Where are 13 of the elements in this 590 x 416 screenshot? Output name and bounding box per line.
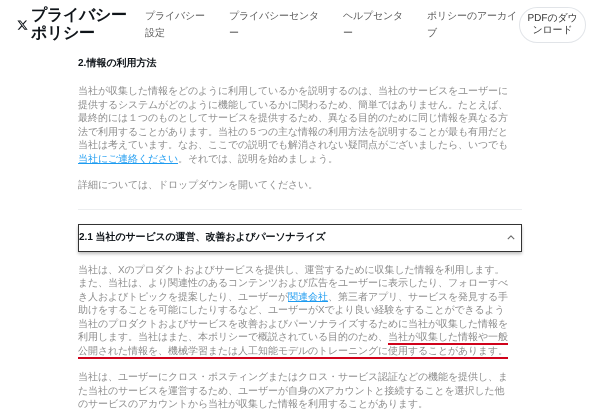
section-heading: 2.情報の利用方法 [78, 56, 158, 71]
nav-link[interactable]: ヘルプセンター [342, 8, 405, 42]
accordion-title: 2.1 当社のサービスの運営、改善およびパーソナライズ [79, 230, 326, 245]
nav-link[interactable]: プライバシー設定 [144, 8, 207, 42]
paragraph: 当社が収集した情報をどのように利用しているかを説明するのは、当社のサービスをユーザーに提供するシステムがどのように機能しているかに関わるため、簡単ではありません。たとえば、最終的には１つのものとしてサービスを提供するため、異なる目的のために同じ情報を異なる方法で利用することがあります。当社の５つの主な情報の利用方法を説明することが最も有用だと当社は考えています。なお、ここでの説明でも解消されない疑問点がございましたら、いつでも 当社にご連絡ください。それでは、説明を始めましょう。 [78, 85, 508, 166]
accordion-header[interactable]: 2.1 当社のサービスの運営、改善およびパーソナライズ [78, 224, 522, 252]
nav-link[interactable]: ポリシーのアーカイブ [426, 8, 519, 42]
paragraph: 当社は、Xのプロダクトおよびサービスを提供し、運営するために収集した情報を利用します。また、当社は、より関連性のあるコンテンツおよび広告をユーザーに表示したり、フォローすべき人およびトピックを提案したり、ユーザーが関連会社、第三者アプリ、サービスを発見する手助けをすることを可能にしたりするなど、ユーザーがXでより良い経験をすることができるよう当社のプロダクトおよびサービスを改善およびパーソナライズするために当社が収集した情報を利用します。当社はまた、本ポリシーで概説されている目的のため、当社が収集した情報や一般公開された情報を、機械学習または人工知能モデルのトレーニングに使用することがあります。 [78, 264, 508, 358]
paragraph: 詳細については、ドロップダウンを開いてください。 [78, 179, 319, 192]
nav-link[interactable]: プライバシーセンター [228, 8, 321, 42]
page-title: プライバシーポリシー [31, 7, 128, 43]
paragraph: 当社は、ユーザーにクロス・ポスティングまたはクロス・サービス認証などの機能を提供し、また当社のサービスを運営するため、ユーザーが自身のXアカウントと接続することを選択した他のサービスのアカウントから当社が収集した情報を利用することがあります。 [78, 371, 508, 412]
pdf-download-button[interactable]: PDFのダウンロード [518, 7, 586, 43]
